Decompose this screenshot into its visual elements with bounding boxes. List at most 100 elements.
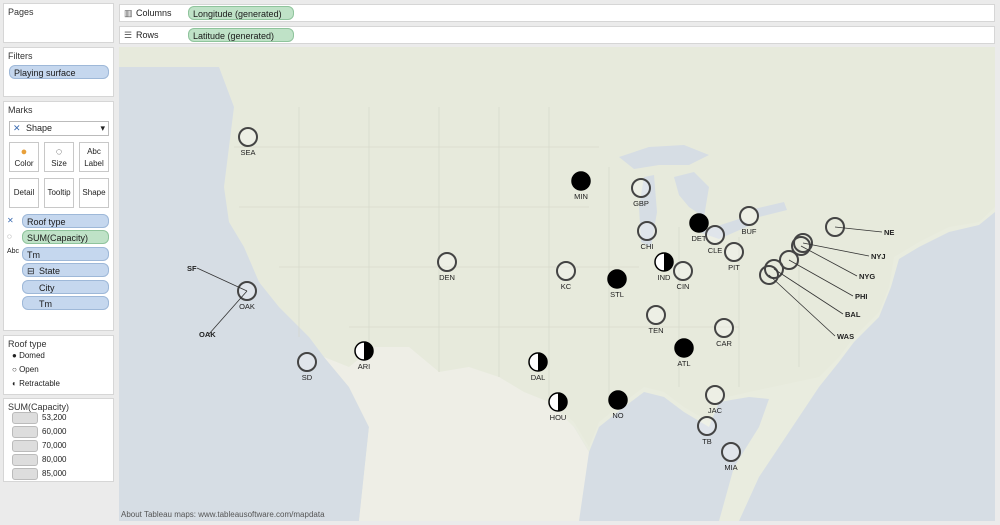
field-pill-capacity[interactable]: SUM(Capacity) — [22, 230, 109, 244]
legend-retractable[interactable]: ◐ Retractable — [12, 379, 60, 388]
mark-type-dropdown[interactable]: ✕ Shape ▾ — [9, 121, 109, 136]
callout-label: WAS — [837, 332, 854, 341]
field-pill-tm-detail[interactable]: Tm — [22, 296, 109, 310]
columns-pill[interactable]: Longitude (generated) — [188, 6, 294, 20]
stadium-mark-open[interactable] — [705, 225, 725, 245]
stadium-mark-domed[interactable] — [689, 213, 709, 233]
legend-domed[interactable]: ● Domed — [12, 351, 45, 360]
roof-legend-title: Roof type — [8, 339, 47, 349]
size-legend-card: SUM(Capacity) 53,200 60,000 70,000 80,00… — [3, 398, 114, 482]
filters-title: Filters — [8, 51, 33, 61]
stadium-mark-domed[interactable] — [607, 269, 627, 289]
stadium-mark-open[interactable] — [697, 416, 717, 436]
team-label: CAR — [716, 339, 732, 348]
team-label: MIN — [574, 192, 588, 201]
color-label: Color — [14, 159, 34, 168]
size-swatch — [12, 426, 38, 438]
stadium-mark-open[interactable] — [646, 305, 666, 325]
label-field-icon: Abc — [7, 248, 20, 255]
size-label: Size — [51, 159, 67, 168]
field-pill-tm[interactable]: Tm — [22, 247, 109, 261]
team-label: GBP — [633, 199, 649, 208]
stadium-mark-open[interactable] — [238, 127, 258, 147]
half-circle-icon: ◐ — [12, 379, 17, 388]
stadium-mark-domed[interactable] — [608, 390, 628, 410]
team-label: KC — [561, 282, 572, 291]
size-swatch — [12, 454, 38, 466]
stadium-mark-open[interactable] — [637, 221, 657, 241]
map-footer: About Tableau maps: www.tableausoftware.… — [121, 510, 325, 519]
team-label: BUF — [742, 227, 757, 236]
shape-button[interactable]: Shape — [79, 178, 109, 208]
team-label: DEN — [439, 273, 455, 282]
rows-icon: ☰ — [124, 30, 133, 40]
callout-label: SF — [187, 264, 197, 273]
size-label-0: 53,200 — [42, 413, 67, 422]
label-icon: Abc — [87, 147, 101, 156]
callout-label: NYJ — [871, 252, 886, 261]
stadium-mark-domed[interactable] — [674, 338, 694, 358]
team-label: TB — [702, 437, 712, 446]
team-label: SEA — [240, 148, 255, 157]
stadium-mark-open[interactable] — [556, 261, 576, 281]
stadium-mark-domed[interactable] — [571, 171, 591, 191]
callout-label: NYG — [859, 272, 875, 281]
mark-type-value: Shape — [26, 123, 53, 133]
stadium-mark-open[interactable] — [705, 385, 725, 405]
stadium-mark-open[interactable] — [724, 242, 744, 262]
collapse-icon: ⊟ — [27, 266, 35, 276]
size-swatch — [12, 412, 38, 424]
size-swatch — [12, 440, 38, 452]
label-button[interactable]: Abc Label — [79, 142, 109, 172]
filter-pill-playing-surface[interactable]: Playing surface — [9, 65, 109, 79]
legend-open[interactable]: ○ Open — [12, 365, 39, 374]
stadium-mark-open[interactable] — [739, 206, 759, 226]
tooltip-button[interactable]: Tooltip — [44, 178, 74, 208]
shape-label: Shape — [82, 188, 106, 197]
field-pill-roof-type[interactable]: Roof type — [22, 214, 109, 228]
callout-label: BAL — [845, 310, 861, 319]
size-label-1: 60,000 — [42, 427, 67, 436]
color-button[interactable]: ● Color — [9, 142, 39, 172]
rows-label: Rows — [136, 30, 159, 40]
field-pill-state[interactable]: ⊟ State — [22, 263, 109, 277]
stadium-mark-open[interactable] — [673, 261, 693, 281]
team-label: CLE — [708, 246, 723, 255]
team-label: CIN — [677, 282, 690, 291]
columns-shelf[interactable]: ▥ Columns Longitude (generated) — [119, 4, 995, 22]
marks-title: Marks — [8, 105, 33, 115]
size-swatch — [12, 468, 38, 480]
team-label: PIT — [728, 263, 740, 272]
stadium-mark-open[interactable] — [631, 178, 651, 198]
stadium-mark-open[interactable] — [721, 442, 741, 462]
map-svg: SEA MIN GBP DET BUF CHI CLE PIT DEN KC STL IND CIN OA… — [119, 47, 995, 521]
columns-icon: ▥ — [124, 8, 133, 18]
legend-domed-label: Domed — [19, 351, 45, 360]
map-view[interactable]: SEA MIN GBP DET BUF CHI CLE PIT DEN KC STL IND CIN OA… — [119, 47, 995, 521]
stadium-mark-open[interactable] — [437, 252, 457, 272]
size-field-icon: ◌ — [7, 232, 12, 241]
roof-legend-card: Roof type ● Domed ○ Open ◐ Retractable — [3, 335, 114, 395]
team-label: JAC — [708, 406, 723, 415]
pages-card: Pages — [3, 3, 114, 43]
size-button[interactable]: ◌ Size — [44, 142, 74, 172]
team-label: CHI — [641, 242, 654, 251]
label-label: Label — [84, 159, 104, 168]
filters-card: Filters Playing surface — [3, 47, 114, 97]
rows-pill[interactable]: Latitude (generated) — [188, 28, 294, 42]
stadium-mark-open[interactable] — [714, 318, 734, 338]
team-label: DET — [692, 234, 707, 243]
size-label-3: 80,000 — [42, 455, 67, 464]
columns-label: Columns — [136, 8, 172, 18]
field-pill-city[interactable]: City — [22, 280, 109, 294]
team-label: MIA — [724, 463, 737, 472]
team-label: OAK — [239, 302, 255, 311]
open-circle-icon: ○ — [12, 365, 17, 374]
size-icon: ◌ — [55, 146, 63, 158]
filled-circle-icon: ● — [12, 351, 17, 360]
callout-label: PHI — [855, 292, 868, 301]
stadium-mark-open[interactable] — [297, 352, 317, 372]
detail-button[interactable]: Detail — [9, 178, 39, 208]
rows-shelf[interactable]: ☰ Rows Latitude (generated) — [119, 26, 995, 44]
size-label-2: 70,000 — [42, 441, 67, 450]
